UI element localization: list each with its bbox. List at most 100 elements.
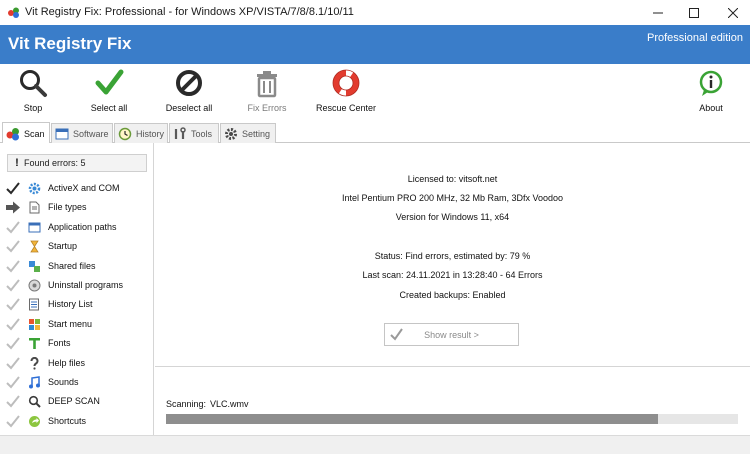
tab-software[interactable]: Software	[51, 123, 113, 143]
category-deep-scan[interactable]: DEEP SCAN	[0, 392, 154, 411]
exclamation-icon: !	[15, 157, 19, 169]
tab-setting[interactable]: Setting	[220, 123, 276, 143]
rescue-center-button[interactable]: Rescue Center	[315, 68, 377, 113]
version-text: Version for Windows 11, x64	[395, 212, 510, 222]
music-note-icon	[29, 376, 40, 389]
pending-check-icon	[6, 395, 20, 408]
status-text: Status: Find errors, estimated by: 79 %	[374, 251, 531, 261]
font-icon	[29, 338, 40, 350]
category-start-menu[interactable]: Start menu	[0, 315, 154, 334]
category-label: Shortcuts	[48, 415, 87, 426]
pending-check-icon	[6, 298, 20, 311]
setting-icon	[225, 127, 237, 140]
tab-history[interactable]: History	[114, 123, 168, 143]
license-text: Licensed to: vitsoft.net	[407, 174, 498, 184]
tab-setting-label: Setting	[242, 128, 271, 139]
category-label: DEEP SCAN	[48, 396, 100, 407]
tools-icon	[174, 126, 186, 139]
fix-errors-button[interactable]: Fix Errors	[247, 68, 287, 113]
category-history-list[interactable]: History List	[0, 295, 154, 314]
scan-progress-bar	[166, 414, 738, 424]
pending-check-icon	[6, 221, 20, 234]
category-label: ActiveX and COM	[48, 183, 120, 193]
category-list: ActiveX and COM File types Application p…	[0, 179, 154, 431]
window-title: Vit Registry Fix: Professional - for Win…	[25, 6, 354, 18]
scanning-label: Scanning:	[166, 399, 207, 409]
select-all-button[interactable]: Select all	[89, 68, 129, 113]
show-result-button[interactable]: Show result >	[384, 323, 519, 346]
maximize-icon	[689, 7, 699, 18]
pending-check-icon	[6, 376, 20, 389]
edition-label: Professional edition	[646, 32, 743, 44]
category-fonts[interactable]: Fonts	[0, 334, 154, 353]
category-startup[interactable]: Startup	[0, 237, 154, 256]
category-label: Help files	[48, 357, 86, 368]
app-header: Vit Registry Fix Professional edition	[0, 25, 750, 64]
gear-icon	[28, 182, 41, 195]
category-shared-files[interactable]: Shared files	[0, 257, 154, 276]
category-label: Uninstall programs	[48, 279, 124, 290]
tab-scan-label: Scan	[24, 128, 45, 139]
window-icon	[28, 222, 41, 233]
lifebuoy-icon	[332, 69, 360, 97]
app-logo-icon	[8, 7, 19, 18]
deselect-all-button[interactable]: Deselect all	[165, 68, 213, 113]
scanning-status: Scanning: VLC.wmv	[166, 399, 249, 409]
software-icon	[55, 128, 69, 139]
stop-label: Stop	[23, 103, 43, 113]
prohibited-icon	[176, 70, 202, 96]
backups-text: Created backups: Enabled	[399, 290, 506, 300]
category-sounds[interactable]: Sounds	[0, 373, 154, 392]
category-uninstall-programs[interactable]: Uninstall programs	[0, 276, 154, 295]
rescue-center-label: Rescue Center	[315, 103, 377, 113]
close-button[interactable]	[710, 0, 750, 25]
tab-tools[interactable]: Tools	[169, 123, 219, 143]
category-label: Shared files	[48, 260, 96, 271]
tab-software-label: Software	[73, 128, 109, 139]
hardware-text: Intel Pentium PRO 200 MHz, 32 Mb Ram, 3D…	[341, 193, 564, 203]
category-label: Start menu	[48, 318, 93, 329]
window-title-bar[interactable]: Vit Registry Fix: Professional - for Win…	[0, 0, 750, 25]
status-bar	[0, 435, 750, 454]
category-file-types[interactable]: File types	[0, 198, 154, 217]
pending-check-icon	[6, 279, 20, 292]
category-label: File types	[48, 202, 87, 213]
uninstall-icon	[28, 279, 41, 292]
category-label: Fonts	[48, 338, 71, 349]
scan-info-panel: Licensed to: vitsoft.net Intel Pentium P…	[155, 143, 750, 365]
file-icon	[29, 201, 40, 214]
tab-bar: Scan Software History Tools Setting	[0, 121, 750, 144]
info-icon	[699, 70, 723, 96]
tab-tools-label: Tools	[191, 128, 213, 139]
category-activex[interactable]: ActiveX and COM	[0, 179, 154, 198]
pending-check-icon	[6, 240, 20, 253]
category-application-paths[interactable]: Application paths	[0, 218, 154, 237]
pending-check-icon	[6, 356, 20, 370]
select-all-label: Select all	[90, 103, 128, 113]
magnifier-icon	[28, 396, 41, 409]
app-title: Vit Registry Fix	[8, 34, 132, 53]
show-result-label: Show result >	[424, 329, 479, 340]
pending-check-icon	[6, 415, 20, 428]
shortcut-icon	[29, 415, 40, 427]
found-errors-box: ! Found errors: 5	[7, 154, 147, 172]
scan-progress-area: Scanning: VLC.wmv	[155, 367, 750, 435]
checkmark-icon	[390, 328, 403, 341]
category-panel: ! Found errors: 5 ActiveX and COM File t…	[0, 143, 154, 435]
hourglass-icon	[30, 240, 39, 253]
tab-scan[interactable]: Scan	[2, 122, 50, 144]
tab-history-label: History	[136, 128, 165, 139]
pending-check-icon	[6, 318, 20, 331]
category-help-files[interactable]: Help files	[0, 354, 154, 373]
category-label: History List	[48, 299, 93, 310]
minimize-icon	[653, 12, 663, 13]
about-button[interactable]: About	[696, 68, 726, 113]
found-errors-text: Found errors: 5	[24, 158, 86, 168]
stop-button[interactable]: Stop	[17, 68, 49, 113]
arrow-right-icon	[6, 201, 20, 214]
category-shortcuts[interactable]: Shortcuts	[0, 412, 154, 431]
fix-errors-label: Fix Errors	[247, 103, 287, 113]
scan-progress-fill	[166, 414, 658, 424]
magnifier-icon	[20, 70, 47, 97]
scanning-file: VLC.wmv	[210, 399, 249, 409]
